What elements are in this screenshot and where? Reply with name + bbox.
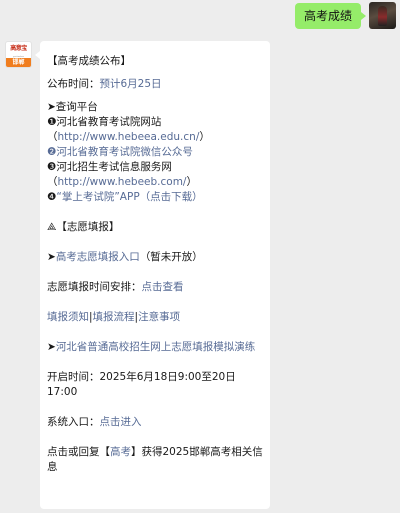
message-heading: 【高考成绩公布】 <box>47 55 131 67</box>
volunteer-entry-link[interactable]: 高考志愿填报入口 <box>56 251 140 263</box>
app-download-link[interactable]: “掌上考试院”APP（点击下载） <box>56 191 202 203</box>
outgoing-message-bubble[interactable]: 高考成绩 <box>294 3 367 29</box>
notice-links-line: 填报须知|填报流程|注意事项 <box>47 310 263 325</box>
volunteer-entry-line: ➤高考志愿填报入口（暂未开放） <box>47 250 263 265</box>
schedule-line: 志愿填报时间安排：点击查看 <box>47 280 263 295</box>
notice-link-instructions[interactable]: 填报须知 <box>47 311 89 323</box>
notice-link-precautions[interactable]: 注意事项 <box>138 311 180 323</box>
publish-time-label: 公布时间： <box>47 78 100 90</box>
schedule-view-link[interactable]: 点击查看 <box>142 281 184 293</box>
platform-item-4-bullet: ❹ <box>47 191 57 203</box>
platform-item-3: ❸河北招生考试信息服务网（http://www.hebeeb.com/） <box>47 160 263 190</box>
platform-item-1: ❶河北省教育考试院网站（http://www.hebeea.edu.cn/） <box>47 115 263 145</box>
system-entry-label: 系统入口： <box>47 416 100 428</box>
publish-time-value: 预计6月25日 <box>99 78 162 90</box>
query-platform-title: ➤查询平台 <box>47 101 98 113</box>
open-time-text: 开启时间：2025年6月18日9:00至20日17:00 <box>47 371 236 398</box>
notice-link-process[interactable]: 填报流程 <box>93 311 135 323</box>
system-entry-line: 系统入口：点击进入 <box>47 415 263 430</box>
outgoing-message-row: 高考成绩 <box>294 2 396 29</box>
hebeea-url-link[interactable]: http://www.hebeea.edu.cn/ <box>58 131 200 143</box>
platform-item-4: ❹“掌上考试院”APP（点击下载） <box>47 190 263 205</box>
arrow-icon: ➤ <box>47 251 56 263</box>
reply-hint-prefix: 点击或回复【 <box>47 446 110 458</box>
avatar-logo-city: 邯郸 <box>6 58 31 67</box>
schedule-label: 志愿填报时间安排： <box>47 281 142 293</box>
avatar-logo-text: 高意宝 <box>10 45 27 52</box>
volunteer-entry-note: （暂未开放） <box>139 251 203 263</box>
volunteer-section-title: ⟁【志愿填报】 <box>47 221 120 233</box>
publish-time-line: 公布时间：预计6月25日 <box>47 77 263 92</box>
hebeeb-url-link[interactable]: http://www.hebeeb.com/ <box>58 176 187 188</box>
user-avatar[interactable] <box>369 2 396 29</box>
account-avatar[interactable]: 高意宝 gaokaobao 邯郸 <box>5 41 32 68</box>
system-entry-link[interactable]: 点击进入 <box>100 416 142 428</box>
platform-item-3-suffix: ） <box>186 176 197 188</box>
arrow-icon: ➤ <box>47 341 56 353</box>
incoming-message-bubble: 【高考成绩公布】 公布时间：预计6月25日 ➤查询平台 ❶河北省教育考试院网站（… <box>35 41 270 509</box>
reply-hint-line: 点击或回复【高考】获得2025邯郸高考相关信息 <box>47 445 263 475</box>
simulation-link[interactable]: 河北省普通高校招生网上志愿填报模拟演练 <box>56 341 256 353</box>
platform-item-1-suffix: ） <box>199 131 210 143</box>
simulation-line: ➤河北省普通高校招生网上志愿填报模拟演练 <box>47 340 263 355</box>
reply-keyword-link[interactable]: 高考 <box>110 446 131 458</box>
platform-item-2-link[interactable]: ❷河北省教育考试院微信公众号 <box>47 145 263 160</box>
